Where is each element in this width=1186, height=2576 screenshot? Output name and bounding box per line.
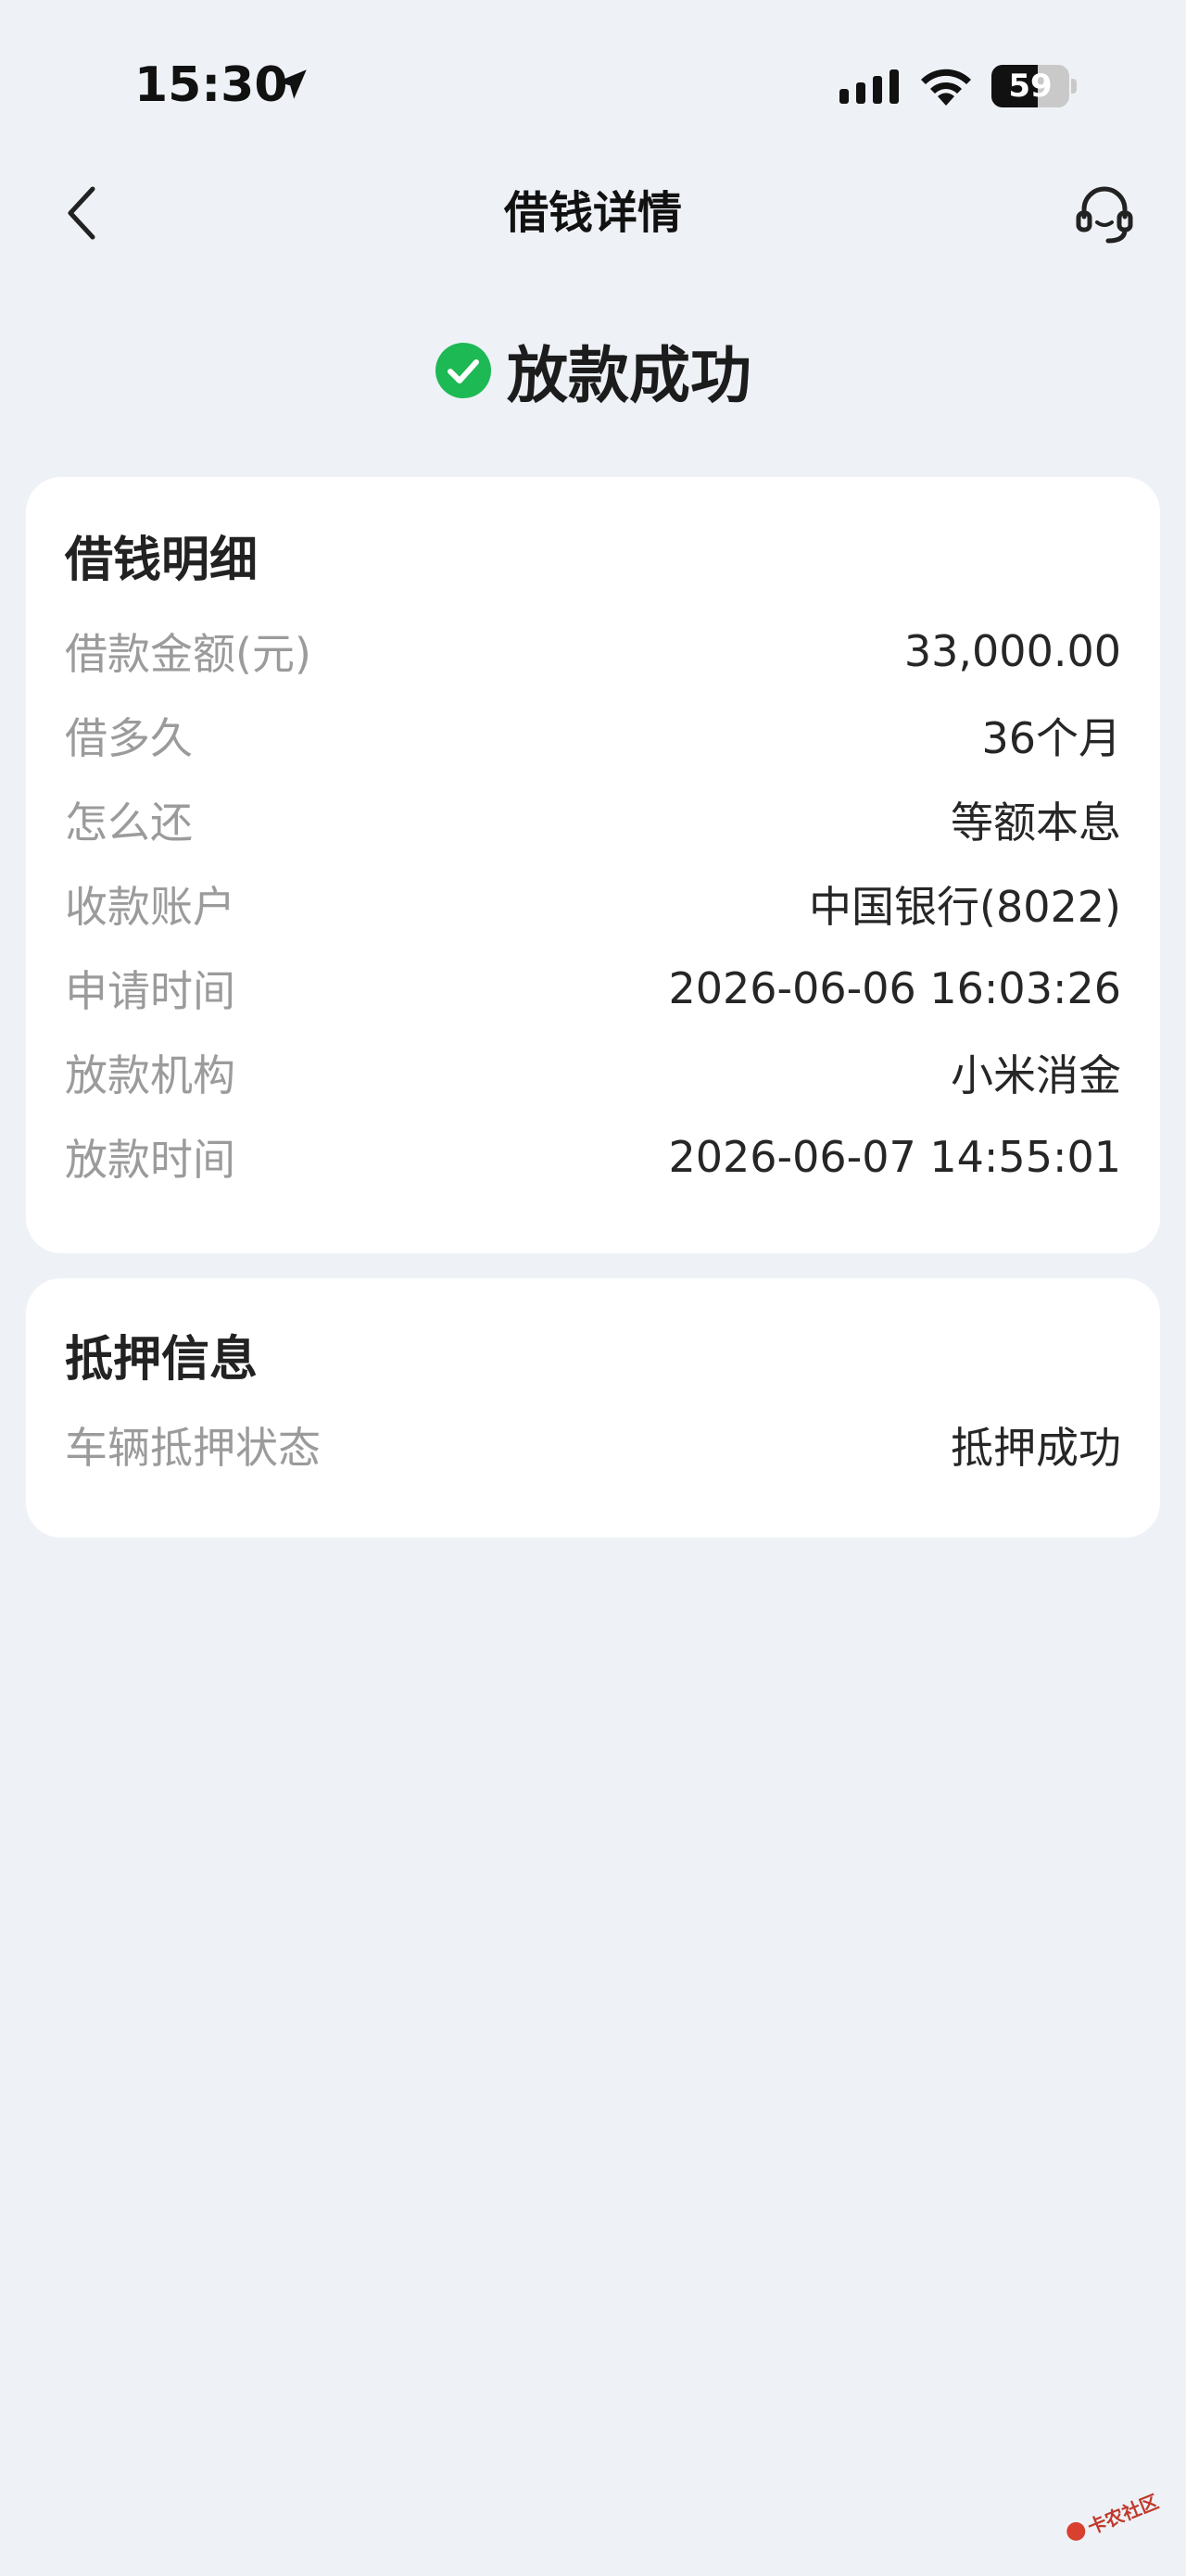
loan-status-header: 放款成功 bbox=[0, 324, 1186, 417]
row-label: 放款时间 bbox=[65, 1134, 235, 1185]
watermark-logo-icon bbox=[1064, 2519, 1089, 2544]
row-label: 借多久 bbox=[65, 712, 193, 763]
battery-cap bbox=[1071, 79, 1077, 94]
row-value: 2026-06-06 16:03:26 bbox=[668, 962, 1121, 1013]
detail-row-receiving-account: 收款账户 中国银行(8022) bbox=[65, 861, 1121, 946]
detail-row-lender: 放款机构 小米消金 bbox=[65, 1030, 1121, 1114]
loan-status-text: 放款成功 bbox=[507, 340, 751, 411]
row-value: 等额本息 bbox=[951, 797, 1121, 848]
loan-details-title: 借钱明细 bbox=[65, 533, 259, 588]
row-value: 33,000.00 bbox=[903, 625, 1121, 676]
detail-row-vehicle-pledge-status: 车辆抵押状态 抵押成功 bbox=[65, 1402, 1121, 1487]
page-title: 借钱详情 bbox=[503, 187, 682, 239]
loan-details-card: 借钱明细 借款金额(元) 33,000.00 借多久 36个月 怎么还 等额本息… bbox=[26, 477, 1160, 1253]
battery-level: 59 bbox=[1008, 68, 1053, 105]
cellular-signal-icon bbox=[839, 69, 899, 104]
headset-icon bbox=[1076, 186, 1133, 244]
status-time: 15:30 bbox=[134, 57, 288, 113]
chevron-left-icon bbox=[68, 186, 95, 240]
row-value: 抵押成功 bbox=[951, 1422, 1121, 1473]
row-value: 小米消金 bbox=[951, 1049, 1121, 1100]
watermark: 卡农社区 bbox=[1055, 2467, 1174, 2565]
wifi-icon bbox=[921, 69, 971, 106]
row-label: 收款账户 bbox=[65, 881, 235, 932]
status-bar: 15:30 59 bbox=[0, 0, 1186, 167]
row-label: 申请时间 bbox=[65, 965, 235, 1016]
row-label: 车辆抵押状态 bbox=[65, 1422, 321, 1473]
row-label: 借款金额(元) bbox=[65, 628, 311, 679]
row-value: 2026-06-07 14:55:01 bbox=[668, 1131, 1121, 1182]
detail-row-application-time: 申请时间 2026-06-06 16:03:26 bbox=[65, 946, 1121, 1030]
back-button[interactable] bbox=[44, 176, 119, 250]
pledge-info-title: 抵押信息 bbox=[65, 1332, 259, 1388]
check-circle-icon bbox=[435, 343, 491, 398]
detail-row-disbursement-time: 放款时间 2026-06-07 14:55:01 bbox=[65, 1114, 1121, 1199]
detail-row-repayment-method: 怎么还 等额本息 bbox=[65, 777, 1121, 861]
pledge-info-card: 抵押信息 车辆抵押状态 抵押成功 bbox=[26, 1278, 1160, 1538]
customer-service-button[interactable] bbox=[1064, 172, 1145, 254]
row-value: 中国银行(8022) bbox=[809, 881, 1121, 932]
detail-row-term: 借多久 36个月 bbox=[65, 693, 1121, 777]
loan-details-list: 借款金额(元) 33,000.00 借多久 36个月 怎么还 等额本息 收款账户… bbox=[65, 609, 1121, 1199]
nav-bar: 借钱详情 bbox=[0, 167, 1186, 259]
battery-body: 59 bbox=[991, 65, 1069, 107]
location-arrow-icon bbox=[277, 69, 307, 99]
battery-indicator: 59 bbox=[991, 65, 1077, 107]
watermark-text: 卡农社区 bbox=[1084, 2489, 1162, 2539]
row-label: 怎么还 bbox=[65, 797, 193, 848]
row-value: 36个月 bbox=[981, 712, 1121, 763]
row-label: 放款机构 bbox=[65, 1049, 235, 1100]
detail-row-loan-amount: 借款金额(元) 33,000.00 bbox=[65, 609, 1121, 693]
